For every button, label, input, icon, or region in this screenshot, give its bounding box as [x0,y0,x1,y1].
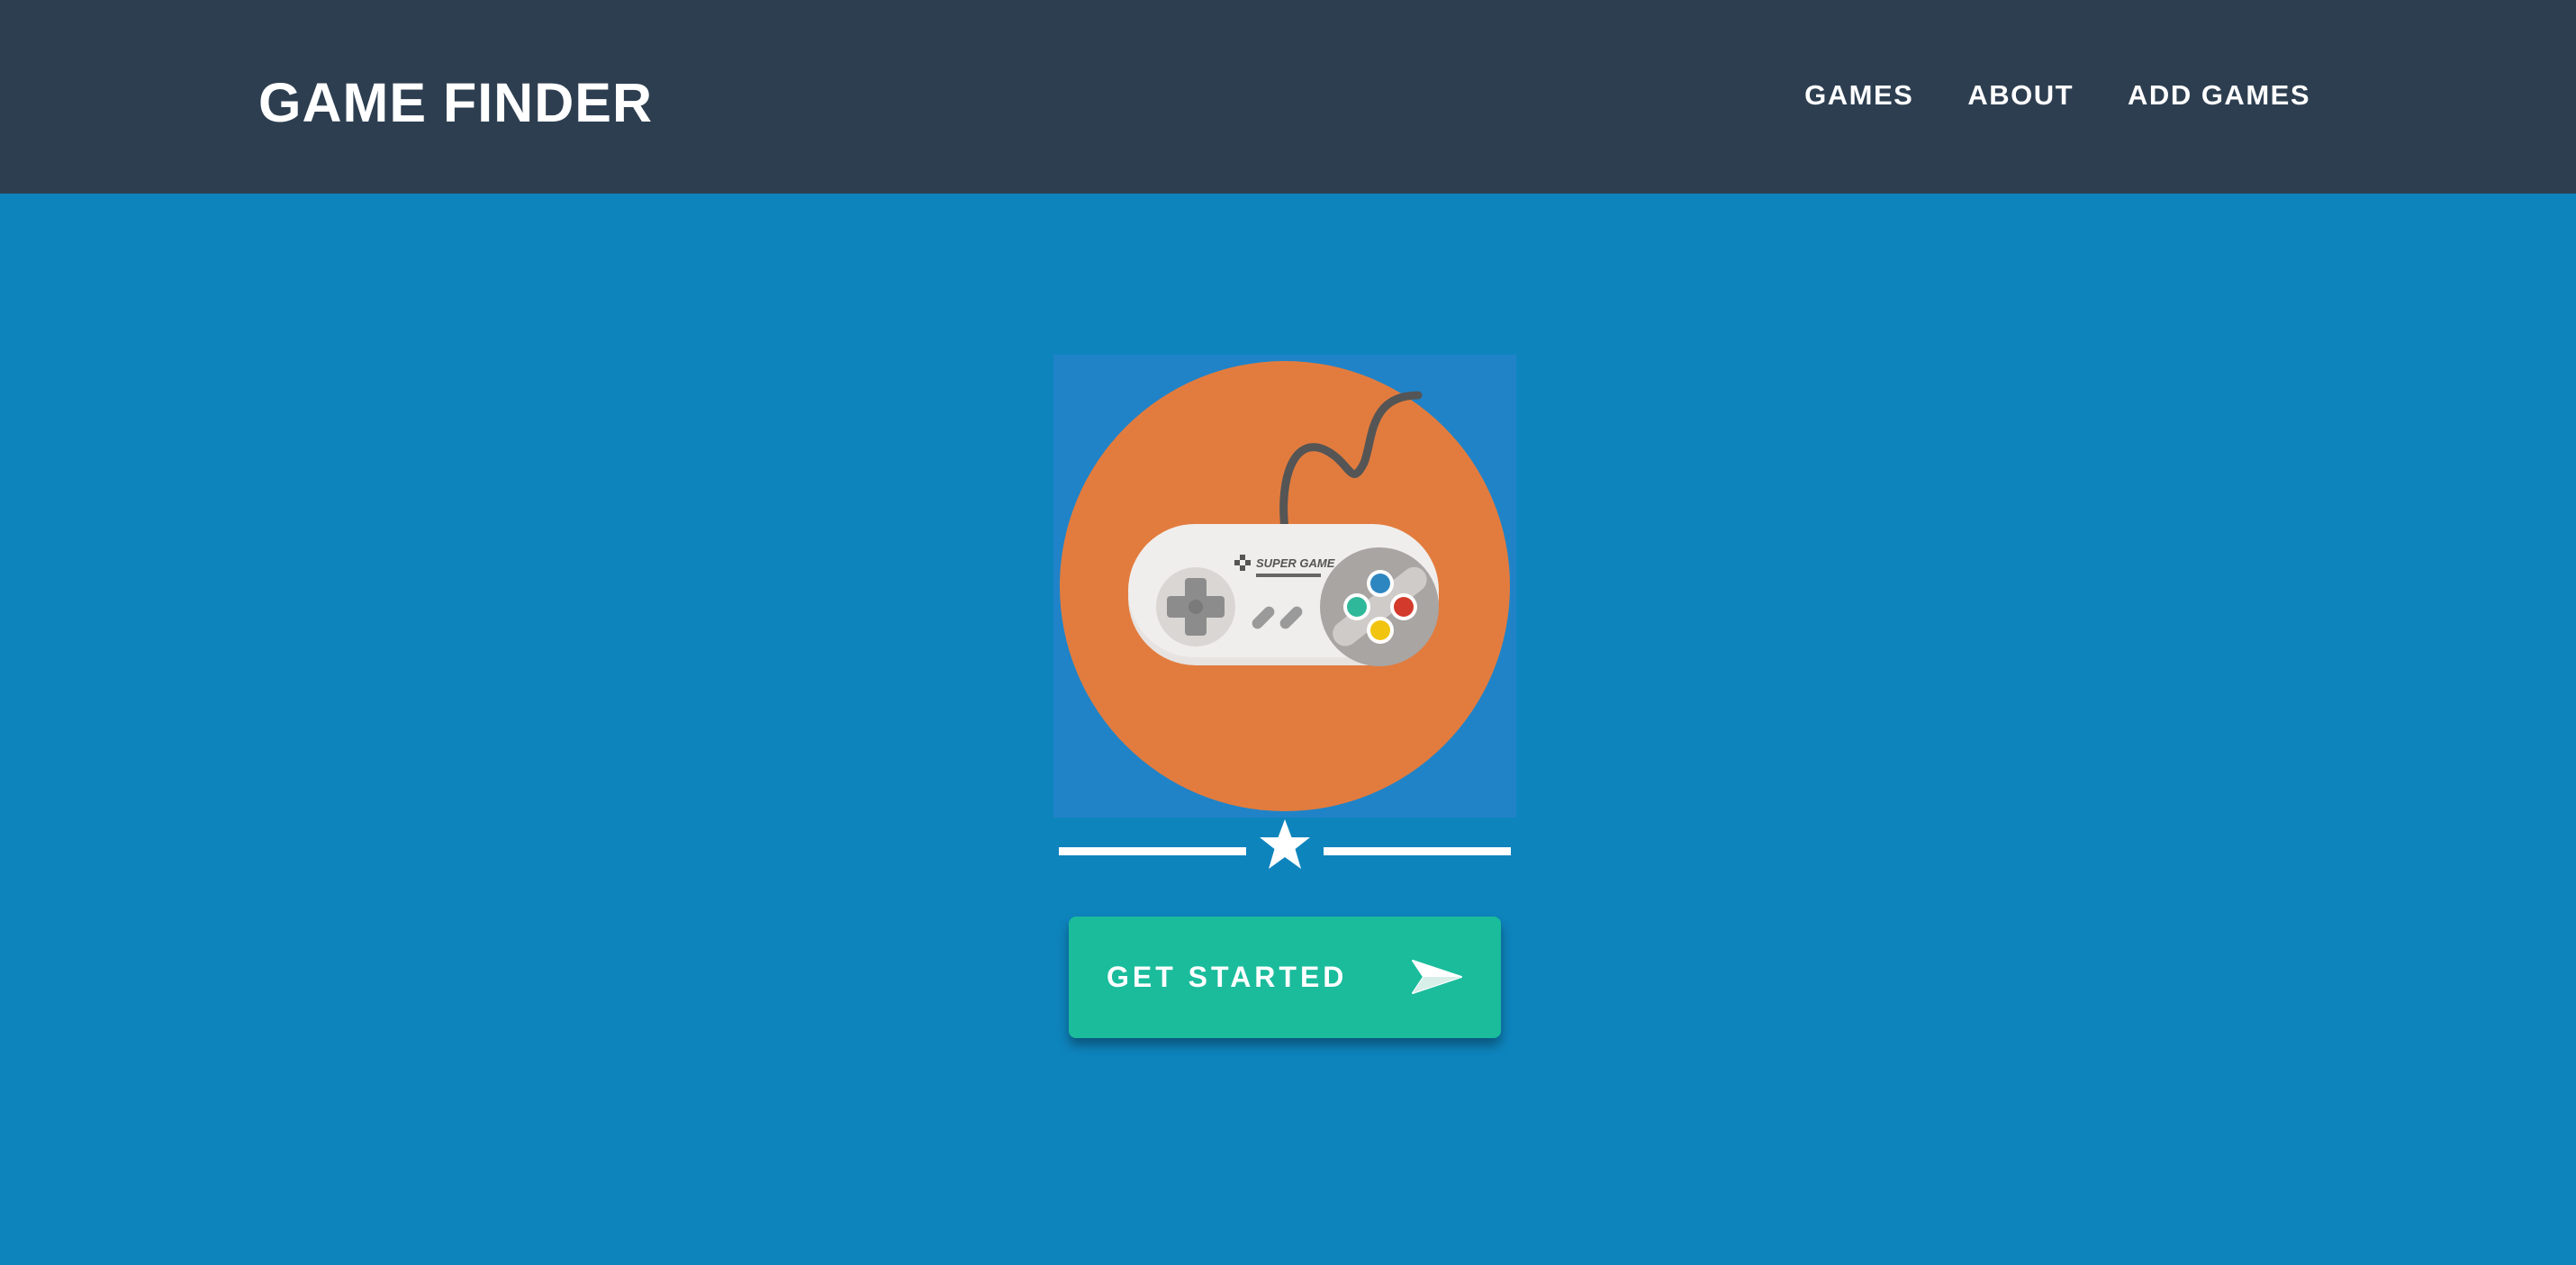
nav-links: GAMES ABOUT ADD GAMES [1804,77,2310,113]
nav-link-add-games[interactable]: ADD GAMES [2128,77,2310,113]
divider-line-right [1324,847,1511,855]
controller-brand-text: SUPER GAME [1256,556,1335,570]
get-started-button[interactable]: GET STARTED [1069,917,1501,1038]
game-controller-icon: SUPER GAME [1060,361,1510,811]
paper-plane-icon [1412,960,1462,994]
top-navbar: GAME FINDER GAMES ABOUT ADD GAMES [0,0,2576,194]
get-started-label: GET STARTED [1107,961,1348,993]
divider-line-left [1059,847,1246,855]
star-icon [1260,819,1310,869]
hero-image: SUPER GAME [1053,355,1516,818]
brand-logo[interactable]: GAME FINDER [258,70,653,135]
nav-link-about[interactable]: ABOUT [1967,77,2074,113]
nav-link-games[interactable]: GAMES [1804,77,1913,113]
star-divider [1059,818,1511,881]
